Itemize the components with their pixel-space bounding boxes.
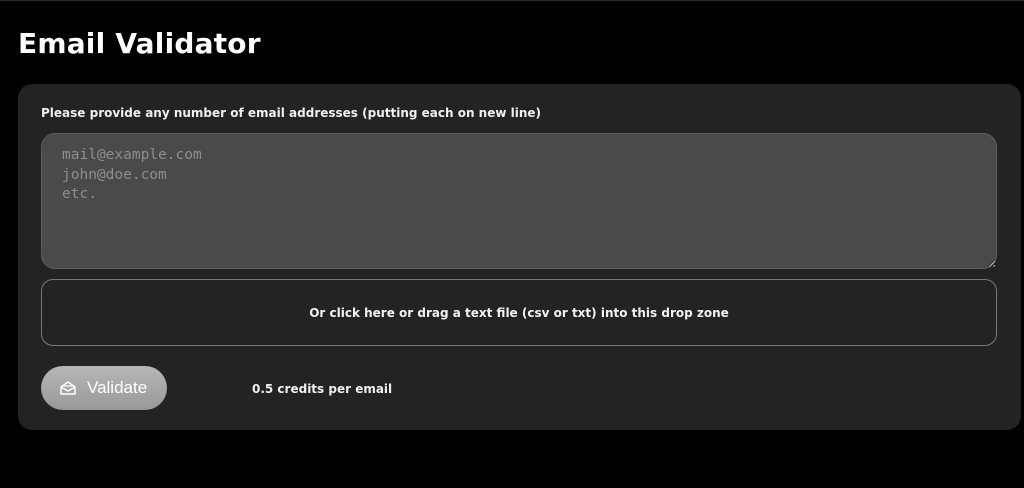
page-title: Email Validator <box>18 27 261 60</box>
validate-button-label: Validate <box>87 378 148 397</box>
envelope-open-icon <box>59 380 77 396</box>
credits-info: 0.5 credits per email <box>252 382 393 396</box>
file-drop-zone[interactable]: Or click here or drag a text file (csv o… <box>41 279 997 346</box>
top-border <box>0 0 1024 1</box>
email-input-label: Please provide any number of email addre… <box>41 106 542 120</box>
email-addresses-textarea[interactable] <box>41 133 997 269</box>
drop-zone-text: Or click here or drag a text file (csv o… <box>309 305 729 320</box>
validate-button[interactable]: Validate <box>41 366 167 410</box>
validator-card: Please provide any number of email addre… <box>18 84 1021 430</box>
